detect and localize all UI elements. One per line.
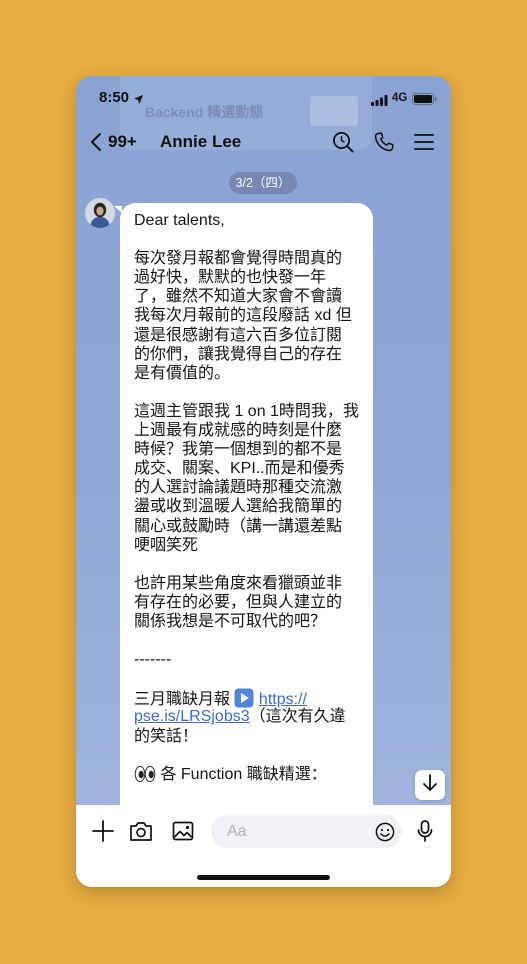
message-line: 這週主管跟我 1 on 1時問我，我	[134, 402, 359, 420]
message-line: 我每次月報前的這段廢話 xd 但	[134, 307, 352, 325]
image-icon[interactable]	[172, 820, 194, 847]
network-type: 4G	[392, 92, 408, 104]
report-link[interactable]: https://	[259, 691, 307, 708]
message-line: 哽咽笑死	[134, 536, 199, 554]
eyes-emoji	[134, 765, 156, 788]
message-line: 有存在的必要，但與人建立的	[134, 593, 343, 611]
avatar[interactable]	[85, 198, 115, 228]
message-line: Dear talents,	[134, 212, 225, 229]
menu-icon[interactable]	[414, 133, 434, 156]
message-line: 的人選討論議題時那種交流激	[134, 479, 343, 497]
phone-icon[interactable]	[373, 131, 395, 158]
chat-title[interactable]: Annie Lee	[160, 131, 241, 153]
home-indicator[interactable]	[197, 875, 330, 880]
message-line: 關係我想是不可取代的吧？	[134, 612, 327, 630]
message-line: 了，雖然不知道大家會不會讀	[134, 288, 343, 306]
signal-icon	[371, 93, 388, 111]
message-line: 也許用某些角度來看獵頭並非	[134, 574, 343, 592]
message-line: 上週最有成就感的時刻是什麼	[134, 422, 343, 440]
date-divider: 3/2（四）	[229, 172, 297, 194]
arrow-down-icon	[422, 773, 438, 797]
message-input[interactable]	[227, 815, 367, 848]
message-line: 是有價值的。	[134, 364, 231, 382]
message-line: 還是很感謝有這六百多位訂閱	[134, 326, 343, 344]
message-line: 關心或鼓勵時（講一講還差點	[134, 517, 343, 535]
message-line: pse.is/LRSjobs3（這次有久違	[134, 707, 373, 726]
message-line: 盪或收到溫暖人選給我簡單的	[134, 498, 343, 516]
report-prefix: 三月職缺月報	[134, 691, 231, 709]
smiley-icon[interactable]	[375, 822, 395, 847]
message-line: 時候？我第一個想到的都不是	[134, 441, 343, 459]
message-line: 每次發月報都會覺得時間真的	[134, 250, 343, 268]
message-line: 三月職缺月報 https://	[134, 688, 373, 709]
location-arrow-icon	[133, 92, 144, 110]
back-chevron-icon[interactable]	[90, 132, 102, 157]
report-link-continued[interactable]: pse.is/LRSjobs3	[134, 708, 250, 725]
chat-messages[interactable]: Dear talents, 每次發月報都會覺得時間真的 過好快，默默的也快發一年…	[76, 196, 451, 805]
message-line: 的你們，讓我覺得自己的存在	[134, 345, 343, 363]
message-line: 各 Function 職缺精選：	[134, 765, 373, 784]
ghost-preview-thumbnail	[310, 96, 358, 126]
camera-icon[interactable]	[129, 820, 153, 847]
phone-screen: Backend 精選動態 8:50 4G 99+ Annie Lee 3/2（四…	[76, 76, 451, 887]
plus-icon[interactable]	[92, 820, 114, 847]
message-line: 成交、關案、KPI..而是和優秀	[134, 460, 345, 478]
report-note: （這次有久違	[249, 708, 346, 726]
battery-icon	[412, 92, 437, 110]
function-heading: 各 Function 職缺精選：	[160, 765, 327, 783]
microphone-icon[interactable]	[417, 820, 433, 847]
message-line: 過好快，默默的也快發一年	[134, 269, 327, 287]
message-line: 的笑話！	[134, 727, 199, 745]
input-bar	[76, 805, 451, 887]
unread-count[interactable]: 99+	[108, 131, 137, 153]
search-icon[interactable]	[332, 131, 354, 158]
message-input-field[interactable]	[211, 815, 402, 848]
message-bubble[interactable]: Dear talents, 每次發月報都會覺得時間真的 過好快，默默的也快發一年…	[114, 203, 373, 805]
ghost-preview-title: Backend 精選動態	[145, 104, 264, 120]
status-time: 8:50	[99, 89, 130, 106]
scroll-to-bottom-button[interactable]	[415, 770, 445, 800]
message-separator: -------	[134, 651, 172, 669]
